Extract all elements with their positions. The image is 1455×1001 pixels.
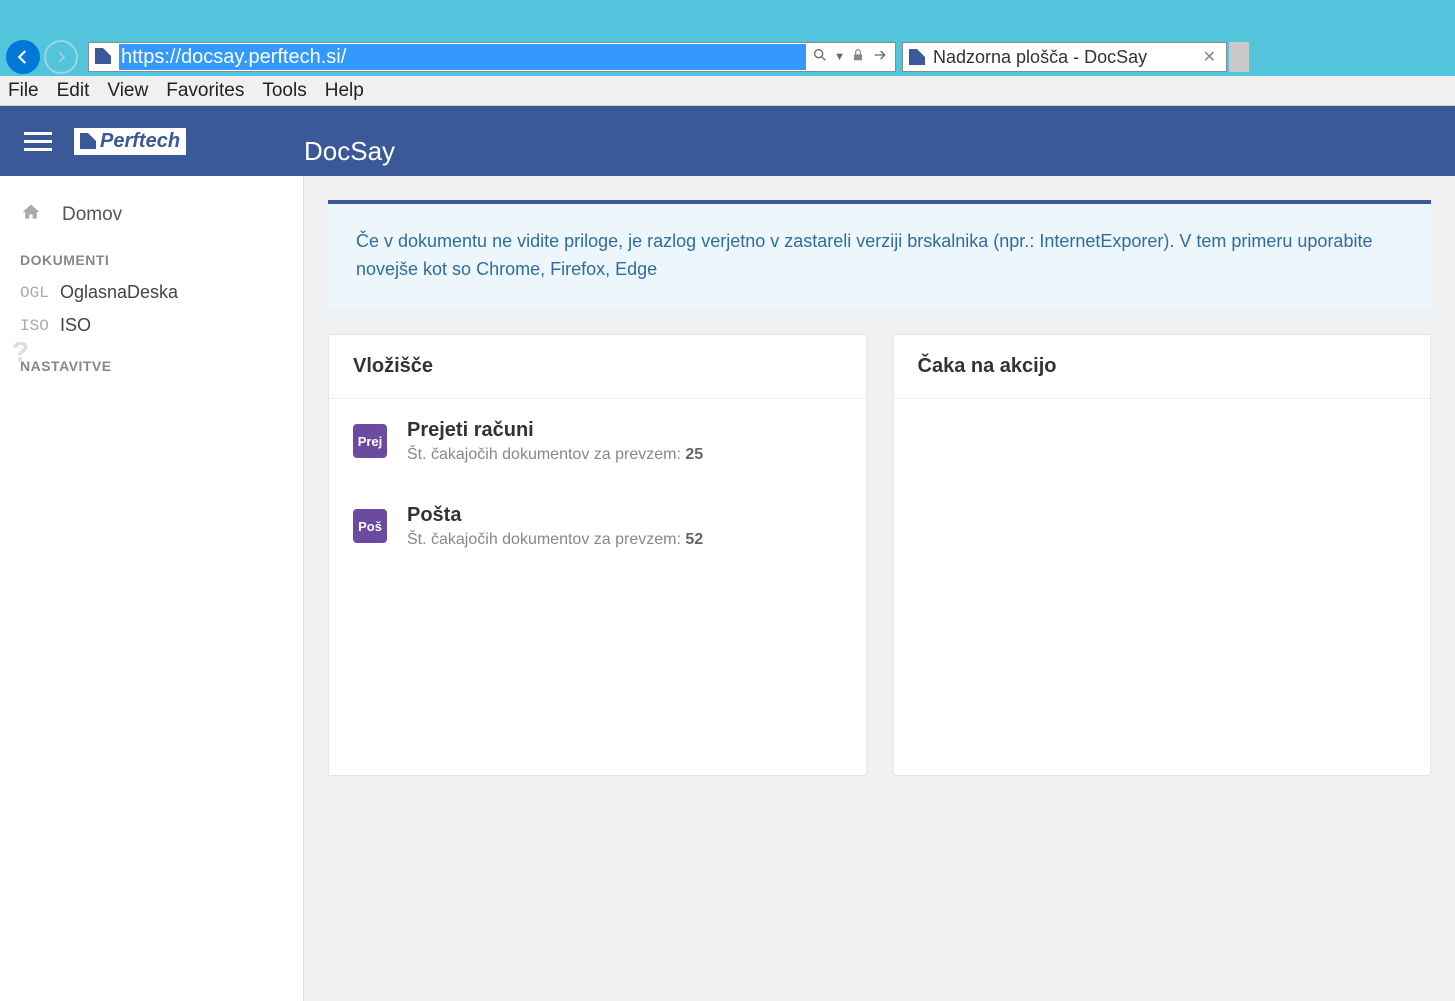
forward-button[interactable] [44, 40, 78, 74]
logo[interactable]: Perftech [74, 128, 186, 155]
document-icon: Prej [353, 424, 387, 458]
tab-close-button[interactable]: ✕ [1199, 47, 1220, 67]
sidebar-item-label: ISO [60, 315, 91, 336]
document-icon: Poš [353, 509, 387, 543]
waiting-label: Št. čakajočih dokumentov za prevzem: [407, 446, 681, 463]
inbox-item-subtitle: Št. čakajočih dokumentov za prevzem: 52 [407, 531, 703, 549]
lock-icon[interactable] [851, 47, 865, 68]
sidebar-section-documents: DOKUMENTI [0, 236, 303, 276]
hamburger-icon[interactable] [24, 132, 52, 151]
app-header: Perftech DocSay [0, 106, 1455, 176]
inbox-card: Vložišče Prej Prejeti računi Št. čakajoč… [328, 334, 867, 776]
inbox-item-title: Pošta [407, 504, 703, 527]
waiting-count: 52 [685, 531, 703, 548]
sidebar-item-label: OglasnaDeska [60, 282, 178, 303]
alert-text: Če v dokumentu ne vidite priloge, je raz… [356, 231, 1372, 279]
search-icon[interactable] [812, 47, 828, 68]
waiting-count: 25 [685, 446, 703, 463]
address-tools: ▼ [806, 47, 895, 68]
url-text[interactable]: https://docsay.perftech.si/ [119, 44, 806, 70]
sidebar-item-iso[interactable]: ISO ISO [0, 309, 303, 342]
back-button[interactable] [6, 40, 40, 74]
sidebar-item-home[interactable]: Domov [0, 194, 303, 236]
app-title: DocSay [304, 116, 395, 167]
logo-text: Perftech [100, 130, 180, 153]
address-bar[interactable]: https://docsay.perftech.si/ ▼ [88, 42, 896, 72]
main-content: Če v dokumentu ne vidite priloge, je raz… [304, 176, 1455, 1001]
menu-tools[interactable]: Tools [262, 80, 306, 102]
menu-favorites[interactable]: Favorites [166, 80, 244, 102]
tab-favicon-icon [909, 49, 925, 65]
sidebar-item-oglasnadeska[interactable]: OGL OglasnaDeska [0, 276, 303, 309]
sidebar-home-label: Domov [62, 204, 122, 226]
browser-chrome: https://docsay.perftech.si/ ▼ Nadzorna p… [0, 0, 1455, 106]
sidebar-section-settings[interactable]: NASTAVITVE [0, 342, 303, 382]
menu-view[interactable]: View [107, 80, 148, 102]
inbox-card-title: Vložišče [329, 335, 866, 399]
sidebar-tag: OGL [20, 284, 60, 302]
site-favicon-icon [95, 48, 113, 66]
go-icon[interactable] [871, 47, 889, 68]
help-icon: ? [12, 336, 29, 368]
dropdown-icon[interactable]: ▼ [834, 51, 845, 63]
menu-file[interactable]: File [8, 80, 39, 102]
logo-icon [80, 133, 96, 149]
inbox-item-subtitle: Št. čakajočih dokumentov za prevzem: 25 [407, 446, 703, 464]
new-tab-button[interactable] [1229, 42, 1249, 72]
actions-card-title: Čaka na akcijo [894, 335, 1431, 399]
sidebar: Domov DOKUMENTI OGL OglasnaDeska ISO ISO… [0, 176, 304, 1001]
inbox-item-posta[interactable]: Poš Pošta Št. čakajočih dokumentov za pr… [329, 484, 866, 569]
info-alert: Če v dokumentu ne vidite priloge, je raz… [328, 200, 1431, 308]
inbox-item-prejeti-racuni[interactable]: Prej Prejeti računi Št. čakajočih dokume… [329, 399, 866, 484]
tab-title: Nadzorna plošča - DocSay [933, 47, 1199, 68]
home-icon [20, 202, 42, 228]
waiting-label: Št. čakajočih dokumentov za prevzem: [407, 531, 681, 548]
menu-bar: File Edit View Favorites Tools Help [0, 76, 1455, 106]
actions-card: Čaka na akcijo [893, 334, 1432, 776]
inbox-item-title: Prejeti računi [407, 419, 703, 442]
menu-help[interactable]: Help [325, 80, 364, 102]
sidebar-tag: ISO [20, 317, 60, 335]
browser-tab[interactable]: Nadzorna plošča - DocSay ✕ [902, 42, 1227, 72]
app-body: Domov DOKUMENTI OGL OglasnaDeska ISO ISO… [0, 176, 1455, 1001]
menu-edit[interactable]: Edit [57, 80, 90, 102]
address-row: https://docsay.perftech.si/ ▼ Nadzorna p… [0, 38, 1455, 76]
